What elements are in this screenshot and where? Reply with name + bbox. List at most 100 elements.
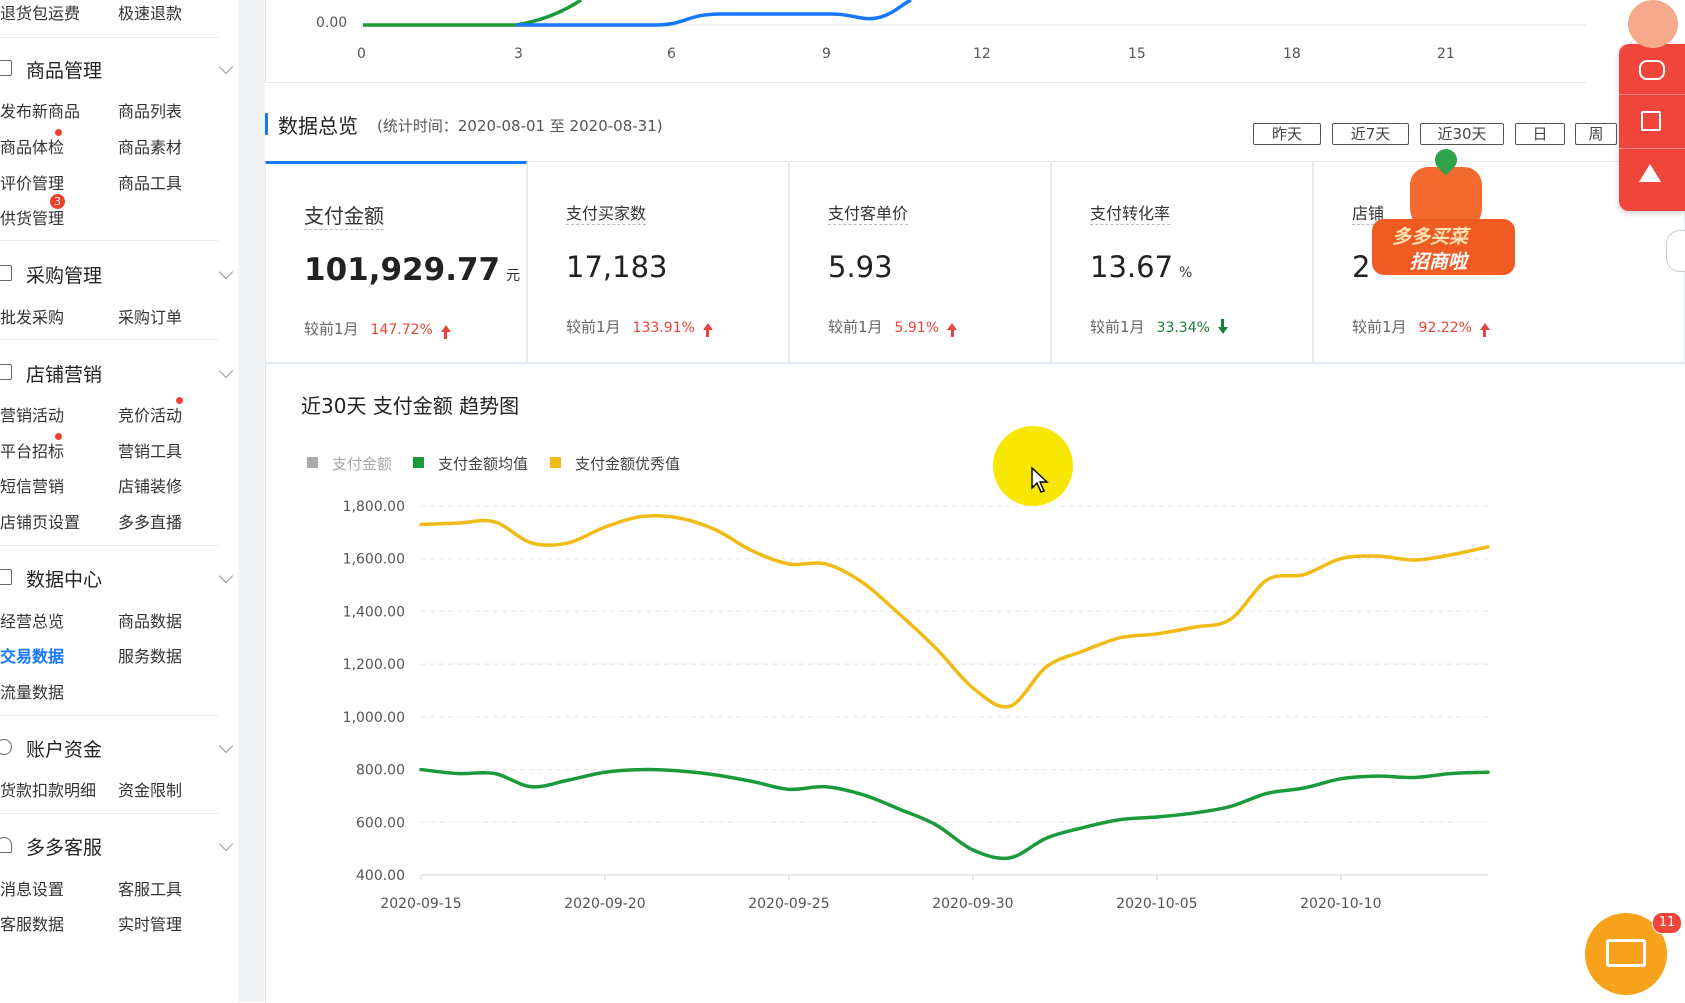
compare-label: 较前1月 bbox=[1090, 318, 1145, 336]
nav-item-live-stream[interactable]: 多多直播 bbox=[118, 509, 182, 533]
range-7days-button[interactable]: 近7天 bbox=[1332, 123, 1409, 145]
nav-item-message-settings[interactable]: 消息设置 bbox=[0, 876, 64, 900]
compare-label: 较前1月 bbox=[1352, 318, 1407, 336]
nav-item-service-data[interactable]: 服务数据 bbox=[118, 643, 182, 667]
nav-item-fund-limit[interactable]: 资金限制 bbox=[118, 777, 182, 801]
x-tick-label: 2020-09-25 bbox=[748, 896, 829, 912]
nav-group-label: 账户资金 bbox=[26, 739, 103, 761]
nav-item-marketing-tools[interactable]: 营销工具 bbox=[118, 438, 182, 462]
chevron-down-icon bbox=[218, 836, 234, 852]
compare-percent: 5.91% bbox=[894, 320, 940, 336]
nav-item-product-check[interactable]: 商品体检 bbox=[0, 134, 64, 158]
arrow-down-icon bbox=[1217, 319, 1228, 334]
metric-card-unit-price[interactable]: 支付客单价 5.93 较前1月 5.91% bbox=[789, 161, 1051, 363]
nav-item-product-tools[interactable]: 商品工具 bbox=[118, 170, 182, 194]
nav-group-customer-service[interactable]: 多多客服 bbox=[0, 833, 238, 863]
promo-line2: 招商啦 bbox=[1410, 251, 1468, 273]
nav-item-realtime-manage[interactable]: 实时管理 bbox=[118, 911, 182, 935]
nav-group-account[interactable]: 账户资金 bbox=[0, 735, 238, 765]
chevron-down-icon bbox=[218, 264, 234, 280]
metric-title: 支付买家数 bbox=[566, 200, 647, 225]
compare-percent: 147.72% bbox=[370, 322, 433, 338]
chevron-down-icon bbox=[218, 738, 234, 754]
nav-item-service-tools[interactable]: 客服工具 bbox=[118, 876, 182, 900]
metric-compare: 较前1月 92.22% bbox=[1352, 316, 1490, 337]
nav-item-service-data-cs[interactable]: 客服数据 bbox=[0, 911, 64, 935]
x-tick-label: 2020-10-10 bbox=[1300, 896, 1381, 912]
y-tick-label: 1,200.00 bbox=[343, 657, 405, 673]
nav-item-sms-marketing[interactable]: 短信营销 bbox=[0, 473, 64, 497]
x-tick-label: 2020-09-15 bbox=[380, 896, 461, 912]
nav-item-product-data[interactable]: 商品数据 bbox=[118, 608, 182, 632]
divider bbox=[0, 37, 218, 38]
section-title: 数据总览 bbox=[278, 114, 358, 138]
trend-chart-panel: 近30天 支付金额 趋势图 支付金额 支付金额均值 支付金额优秀值 400.00… bbox=[265, 363, 1685, 1003]
nav-group-label: 数据中心 bbox=[26, 569, 103, 591]
metric-unit: 元 bbox=[506, 268, 521, 284]
series-line bbox=[419, 767, 1490, 861]
main-content: 0.00 0 3 6 9 12 15 18 21 数据总览 (统计时间：2020… bbox=[265, 0, 1685, 1003]
metric-compare: 较前1月 147.72% bbox=[304, 318, 451, 339]
range-30days-button[interactable]: 近30天 bbox=[1420, 123, 1504, 145]
nav-item-review-manage[interactable]: 评价管理 bbox=[0, 170, 64, 194]
nav-item-product-list[interactable]: 商品列表 bbox=[118, 98, 182, 122]
range-week-button[interactable]: 周 bbox=[1575, 123, 1617, 145]
nav-item-trade-data[interactable]: 交易数据 bbox=[0, 643, 64, 667]
nav-item-purchase-orders[interactable]: 采购订单 bbox=[118, 304, 182, 328]
metric-card-pay-amount[interactable]: 支付金额 101,929.77 元 较前1月 147.72% bbox=[265, 161, 527, 363]
metric-value: 101,929.77 元 bbox=[304, 252, 520, 288]
metric-card-buyers[interactable]: 支付买家数 17,183 较前1月 133.91% bbox=[527, 161, 789, 363]
nav-item-return-shipping[interactable]: 退货包运费 bbox=[0, 0, 80, 24]
cursor-icon bbox=[1031, 466, 1049, 493]
nav-item-publish-product[interactable]: 发布新商品 bbox=[0, 98, 80, 122]
chevron-down-icon bbox=[218, 59, 234, 75]
top-chart-svg bbox=[363, 0, 1586, 27]
cursor-highlight bbox=[993, 426, 1073, 506]
metric-card-conversion[interactable]: 支付转化率 13.67% 较前1月 33.34% bbox=[1051, 161, 1313, 363]
nav-item-platform-bidding[interactable]: 平台招标 bbox=[0, 438, 64, 462]
y-tick-label: 400.00 bbox=[356, 868, 405, 884]
y-tick-label: 1,400.00 bbox=[343, 604, 405, 620]
nav-item-business-overview[interactable]: 经营总览 bbox=[0, 608, 64, 632]
trend-chart-svg: 400.00 600.00 800.00 1,000.00 1,200.00 1,400.… bbox=[343, 499, 1490, 912]
nav-item-payment-deduction[interactable]: 货款扣款明细 bbox=[0, 777, 96, 801]
nav-item-traffic-data[interactable]: 流量数据 bbox=[0, 679, 64, 703]
chat-icon[interactable] bbox=[1639, 60, 1665, 80]
nav-item-shop-decoration[interactable]: 店铺装修 bbox=[118, 473, 182, 497]
promo-banner[interactable]: 多多买菜 招商啦 bbox=[1372, 144, 1515, 279]
nav-group-product[interactable]: 商品管理 bbox=[0, 56, 238, 86]
range-day-button[interactable]: 日 bbox=[1515, 123, 1565, 145]
range-yesterday-button[interactable]: 昨天 bbox=[1253, 123, 1321, 145]
mascot-icon[interactable] bbox=[1628, 0, 1678, 48]
top-chart-x-tick: 18 bbox=[1283, 46, 1301, 62]
top-chart-x-tick: 6 bbox=[667, 46, 676, 62]
nav-group-marketing[interactable]: 店铺营销 bbox=[0, 360, 238, 390]
headset-icon bbox=[0, 837, 12, 853]
arrow-up-icon bbox=[1479, 323, 1490, 337]
divider bbox=[0, 715, 218, 716]
count-badge: 3 bbox=[50, 194, 65, 209]
top-chart-x-tick: 12 bbox=[973, 46, 991, 62]
nav-item-shop-page-settings[interactable]: 店铺页设置 bbox=[0, 509, 80, 533]
nav-group-data[interactable]: 数据中心 bbox=[0, 565, 238, 595]
metric-compare: 较前1月 33.34% bbox=[1090, 316, 1228, 337]
compare-percent: 133.91% bbox=[632, 320, 695, 336]
nav-item-marketing-activity[interactable]: 营销活动 bbox=[0, 402, 64, 426]
nav-item-bidding-activity[interactable]: 竞价活动 bbox=[118, 402, 182, 426]
warning-icon[interactable] bbox=[1639, 164, 1661, 182]
top-chart-x-tick: 21 bbox=[1437, 46, 1455, 62]
product-icon bbox=[0, 60, 12, 76]
x-tick-label: 2020-10-05 bbox=[1116, 896, 1197, 912]
nav-group-purchase[interactable]: 采购管理 bbox=[0, 261, 238, 291]
edit-icon[interactable] bbox=[1641, 111, 1661, 131]
close-icon[interactable] bbox=[1666, 230, 1685, 272]
notification-dot bbox=[55, 433, 62, 440]
compare-label: 较前1月 bbox=[304, 320, 359, 338]
metric-unit: % bbox=[1179, 265, 1193, 281]
nav-item-wholesale[interactable]: 批发采购 bbox=[0, 304, 64, 328]
compare-percent: 33.34% bbox=[1156, 320, 1210, 336]
arrow-up-icon bbox=[702, 323, 713, 337]
nav-item-product-material[interactable]: 商品素材 bbox=[118, 134, 182, 158]
nav-item-fast-refund[interactable]: 极速退款 bbox=[118, 0, 182, 24]
top-chart: 0.00 0 3 6 9 12 15 18 21 bbox=[265, 0, 1586, 83]
